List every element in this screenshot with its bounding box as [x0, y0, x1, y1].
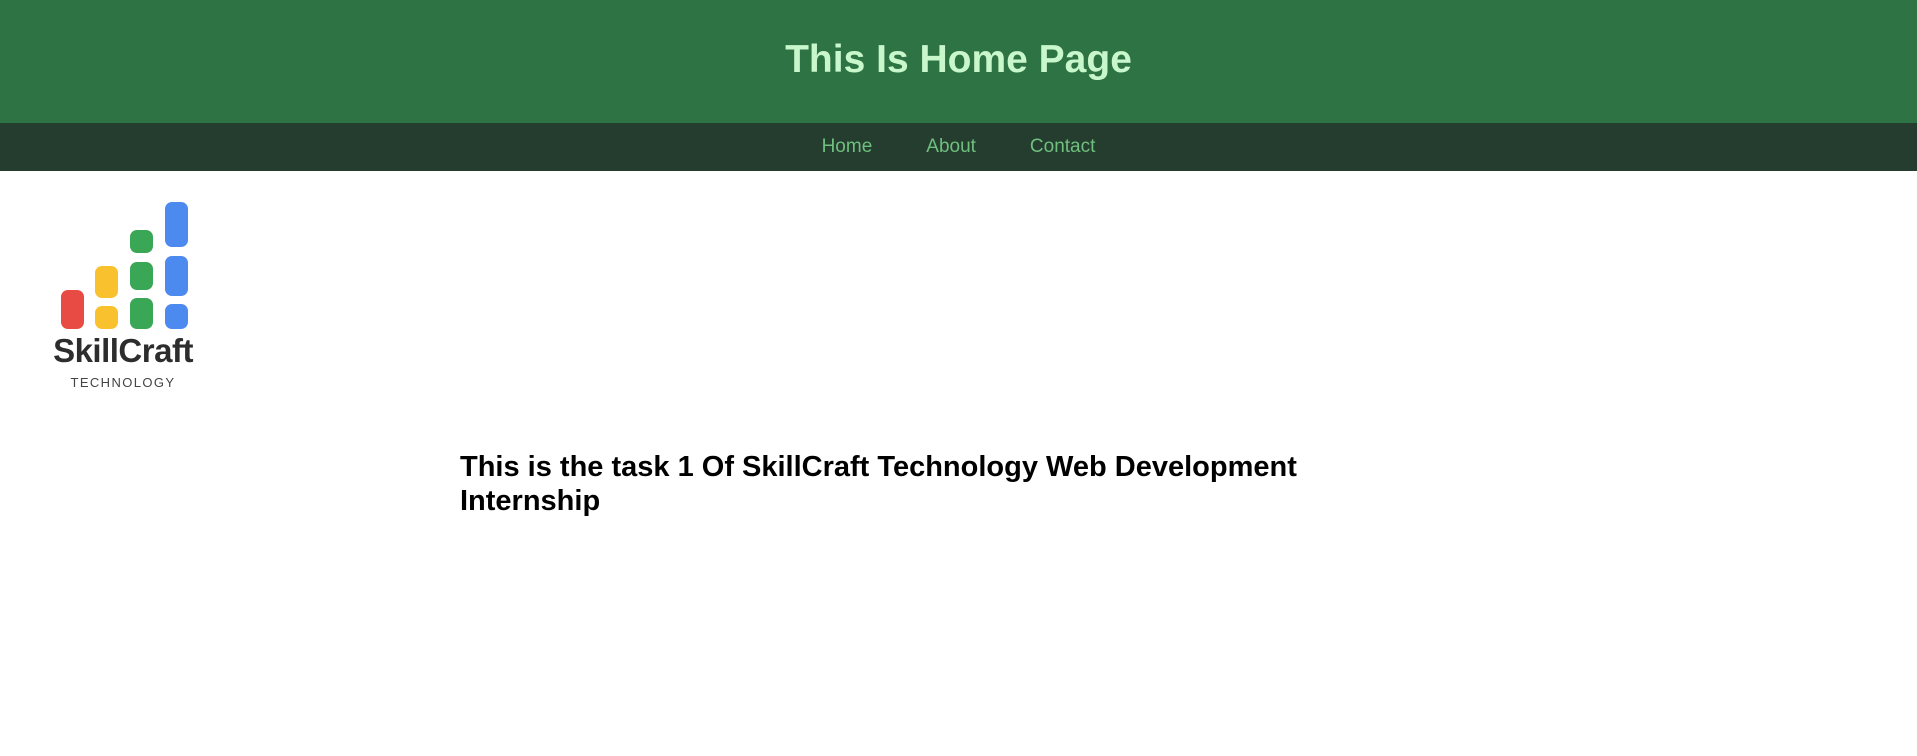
task-heading: This is the task 1 Of SkillCraft Technol…	[460, 451, 1297, 517]
nav-link-contact[interactable]: Contact	[1030, 136, 1095, 158]
logo-bar-green-middle	[130, 262, 153, 290]
skillcraft-logo: SkillCraft TECHNOLOGY	[37, 200, 209, 394]
logo-bar-green-bottom	[130, 298, 153, 329]
logo-bar-yellow-bottom	[95, 306, 118, 329]
logo-bar-yellow-top	[95, 266, 118, 298]
nav-link-about[interactable]: About	[926, 136, 976, 158]
logo-bar-blue-bottom	[165, 304, 188, 329]
logo-wordmark: SkillCraft	[53, 332, 193, 369]
logo-bar-blue-middle	[165, 256, 188, 296]
logo-bar-green-top	[130, 230, 153, 253]
page-header: This Is Home Page	[0, 0, 1917, 123]
logo-bar-red	[61, 290, 84, 329]
logo-bars-icon	[61, 202, 188, 329]
page-title: This Is Home Page	[785, 37, 1132, 81]
logo-bar-blue-top	[165, 202, 188, 247]
main-nav: Home About Contact	[0, 123, 1917, 171]
nav-link-home[interactable]: Home	[822, 136, 873, 158]
logo-tagline: TECHNOLOGY	[70, 375, 176, 390]
